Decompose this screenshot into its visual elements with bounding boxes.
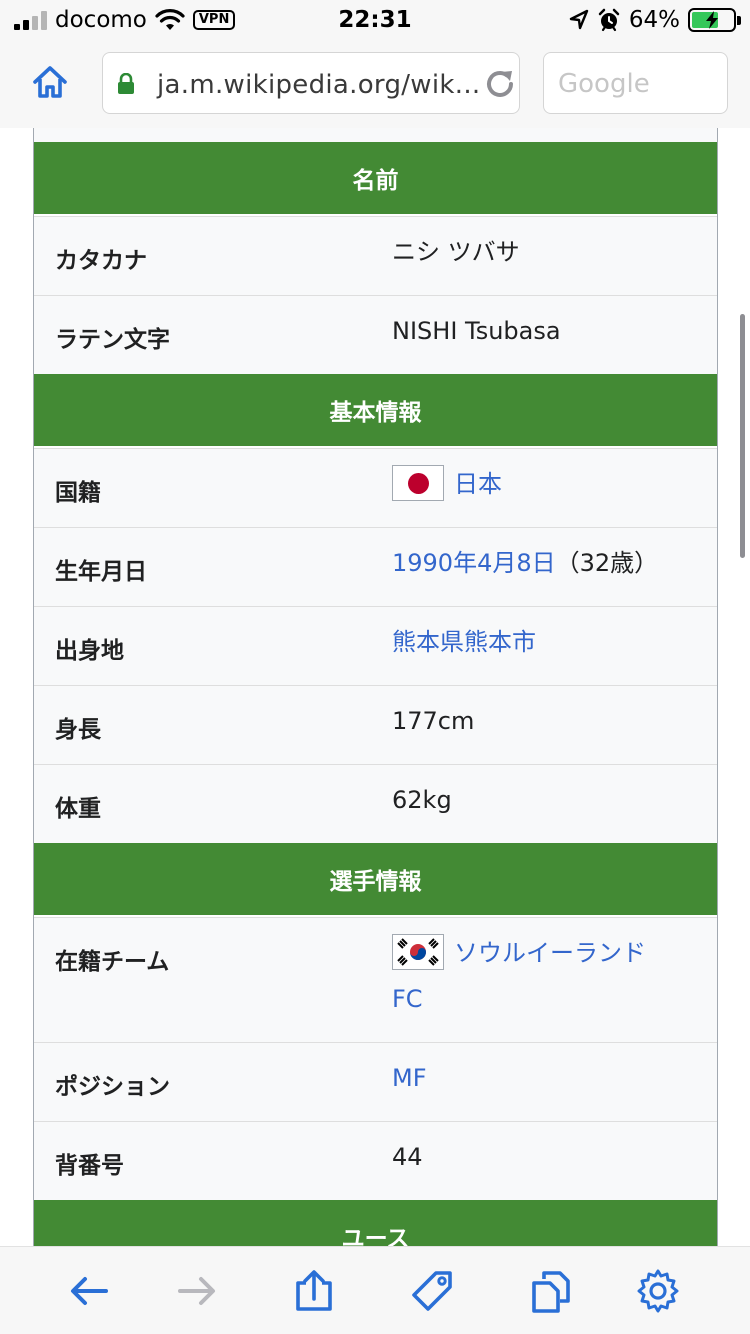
row-value: 62kg: [392, 786, 452, 814]
nationality-link[interactable]: 日本: [454, 470, 502, 498]
row-value: ニシ ツバサ: [392, 238, 520, 266]
row-label: カタカナ: [55, 248, 147, 274]
tabs-icon[interactable]: [528, 1269, 574, 1313]
row-label: ラテン文字: [55, 327, 170, 353]
birthplace-link[interactable]: 熊本県熊本市: [392, 628, 536, 656]
battery-percent: 64%: [628, 7, 680, 33]
search-placeholder: Google: [558, 69, 650, 99]
infobox-row-team: 在籍チーム ソウルイーランド FC: [34, 917, 717, 1042]
age-text: （32歳）: [555, 549, 659, 577]
battery-icon: [688, 8, 741, 32]
status-bar: docomo VPN 22:31 64%: [0, 0, 750, 40]
search-input[interactable]: Google: [543, 52, 728, 114]
row-value: 1990年4月8日（32歳）: [392, 518, 717, 606]
infobox-row-weight: 体重 62kg: [34, 764, 717, 843]
row-value: 熊本県熊本市: [392, 597, 717, 685]
url-text: ja.m.wikipedia.org/wik...: [157, 70, 481, 100]
status-right: 64%: [569, 7, 741, 33]
row-value: NISHI Tsubasa: [392, 317, 561, 345]
section-header-player: 選手情報: [34, 843, 717, 917]
back-arrow-icon[interactable]: [66, 1269, 112, 1313]
tag-icon[interactable]: [410, 1269, 456, 1313]
row-label: 体重: [55, 796, 101, 822]
row-label: ポジション: [55, 1074, 170, 1100]
browser-toolbar: ja.m.wikipedia.org/wik... Google: [0, 40, 750, 128]
team-link-suffix[interactable]: FC: [392, 985, 423, 1013]
position-link[interactable]: MF: [392, 1064, 427, 1092]
forward-arrow-icon[interactable]: [174, 1269, 220, 1313]
row-label: 国籍: [55, 480, 101, 506]
alarm-icon: [598, 8, 620, 32]
row-label: 背番号: [55, 1153, 124, 1179]
settings-icon[interactable]: [635, 1269, 681, 1313]
row-label: 在籍チーム: [55, 949, 170, 975]
scroll-indicator[interactable]: [740, 314, 745, 558]
infobox-row-position: ポジション MF: [34, 1042, 717, 1121]
korea-flag-icon[interactable]: [392, 934, 444, 970]
section-header-name: 名前: [34, 142, 717, 216]
section-header-youth: ユース: [34, 1200, 717, 1246]
infobox-row-birthdate: 生年月日 1990年4月8日（32歳）: [34, 527, 717, 606]
infobox-row-latin: ラテン文字 NISHI Tsubasa: [34, 295, 717, 374]
bottom-toolbar: [0, 1246, 750, 1334]
share-icon[interactable]: [291, 1269, 337, 1313]
birthdate-link[interactable]: 1990年4月8日: [392, 549, 556, 577]
infobox-row-nationality: 国籍 日本: [34, 448, 717, 527]
row-label: 身長: [55, 717, 101, 743]
charging-bolt-icon: [706, 11, 718, 29]
address-bar[interactable]: ja.m.wikipedia.org/wik...: [102, 52, 520, 114]
home-icon[interactable]: [30, 62, 70, 102]
row-value: 日本: [392, 439, 717, 527]
row-value: ソウルイーランド FC: [392, 908, 717, 1042]
lock-icon: [118, 73, 134, 94]
section-header-basic: 基本情報: [34, 374, 717, 448]
team-link[interactable]: ソウルイーランド: [454, 939, 646, 967]
row-value: MF: [392, 1033, 717, 1121]
reload-icon[interactable]: [483, 67, 517, 101]
row-label: 生年月日: [55, 559, 147, 585]
row-value: 44: [392, 1143, 423, 1171]
row-label: 出身地: [55, 638, 124, 664]
infobox-row-height: 身長 177cm: [34, 685, 717, 764]
page-content: 名前 カタカナ ニシ ツバサ ラテン文字 NISHI Tsubasa 基本情報 …: [0, 128, 750, 1246]
infobox: 名前 カタカナ ニシ ツバサ ラテン文字 NISHI Tsubasa 基本情報 …: [33, 128, 718, 1246]
infobox-row-katakana: カタカナ ニシ ツバサ: [34, 216, 717, 295]
infobox-row-birthplace: 出身地 熊本県熊本市: [34, 606, 717, 685]
japan-flag-icon[interactable]: [392, 465, 444, 501]
infobox-row-number: 背番号 44: [34, 1121, 717, 1200]
row-value: 177cm: [392, 707, 475, 735]
location-arrow-icon: [569, 9, 589, 30]
